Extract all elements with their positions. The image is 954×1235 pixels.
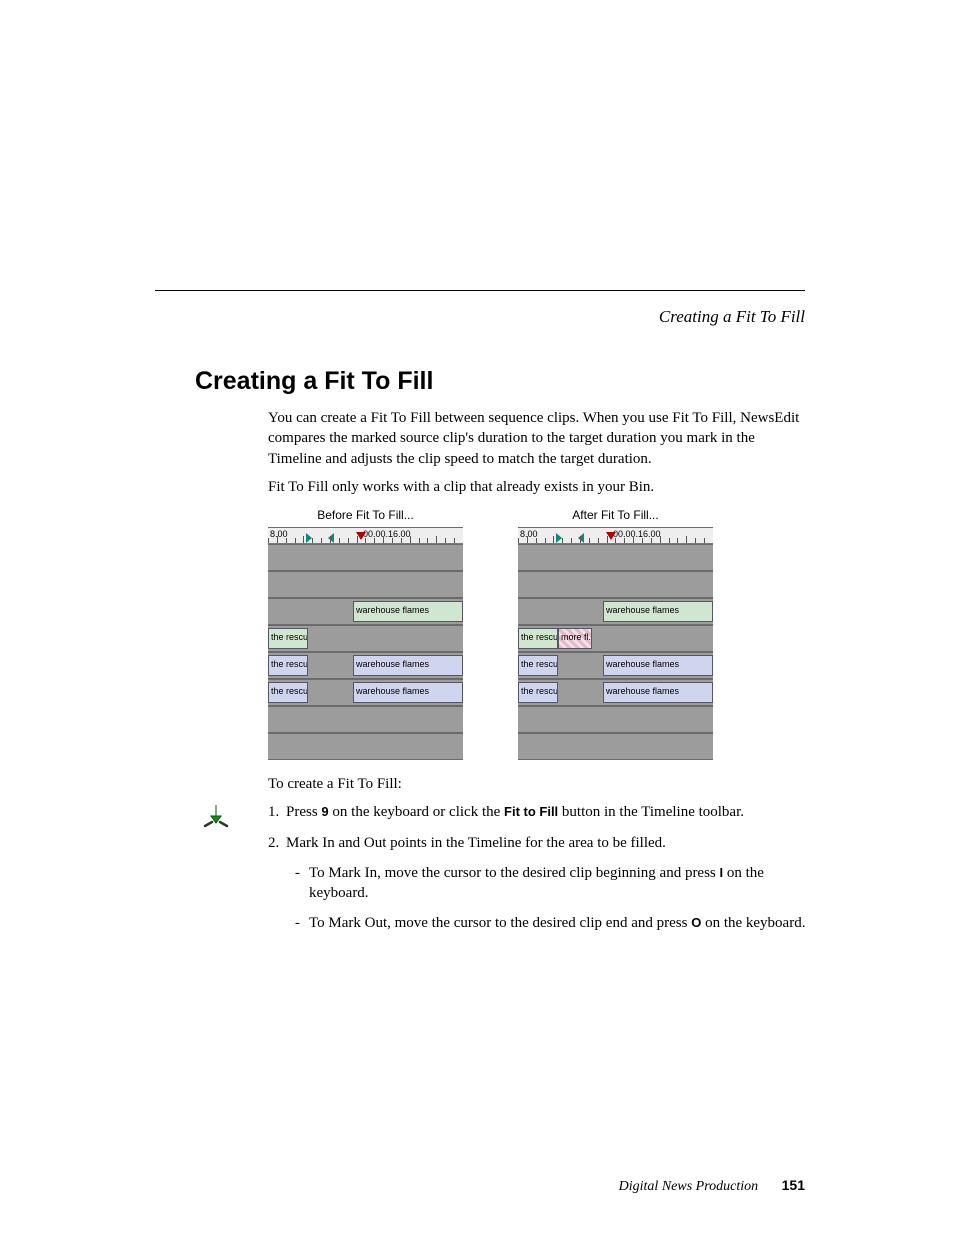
track-row: the rescue warehouse flames bbox=[268, 679, 463, 706]
step-1: 1. Press 9 on the keyboard or click the … bbox=[268, 802, 808, 822]
timeline-after: 8.00 00.00.16.00 warehouse flames bbox=[518, 527, 713, 760]
track-row: the rescue warehouse flames bbox=[518, 679, 713, 706]
running-header: Creating a Fit To Fill bbox=[155, 307, 805, 327]
header-rule bbox=[155, 290, 805, 291]
page-content: Creating a Fit To Fill Creating a Fit To… bbox=[155, 290, 805, 944]
ruler-ticks bbox=[518, 536, 713, 543]
step-number: 2. bbox=[268, 833, 286, 853]
step-number: 1. bbox=[268, 802, 286, 822]
track-row bbox=[268, 706, 463, 733]
timeline-before: 8.00 00.00.16.00 warehouse flames bbox=[268, 527, 463, 760]
track-row bbox=[268, 571, 463, 598]
footer-product: Digital News Production bbox=[619, 1179, 758, 1194]
track-row bbox=[518, 706, 713, 733]
clip-rescue: the rescue bbox=[518, 682, 558, 703]
figure-after-caption: After Fit To Fill... bbox=[518, 507, 713, 523]
figure-row: Before Fit To Fill... 8.00 00.00.16.00 bbox=[268, 507, 808, 760]
intro-paragraph-2: Fit To Fill only works with a clip that … bbox=[268, 477, 808, 497]
key-9: 9 bbox=[321, 804, 328, 819]
step-2b: - To Mark Out, move the cursor to the de… bbox=[295, 913, 808, 933]
step-2: 2. Mark In and Out points in the Timelin… bbox=[268, 833, 808, 853]
clip-warehouse: warehouse flames bbox=[603, 601, 713, 622]
step-1-text: Press 9 on the keyboard or click the Fit… bbox=[286, 802, 744, 822]
track-row: warehouse flames bbox=[268, 598, 463, 625]
intro-paragraph-1: You can create a Fit To Fill between seq… bbox=[268, 408, 808, 469]
figure-before: Before Fit To Fill... 8.00 00.00.16.00 bbox=[268, 507, 463, 760]
steps-intro: To create a Fit To Fill: bbox=[268, 774, 808, 794]
footer-page-number: 151 bbox=[782, 1177, 805, 1193]
track-row bbox=[518, 544, 713, 571]
clip-warehouse: warehouse flames bbox=[353, 682, 463, 703]
track-row: the rescue warehouse flames bbox=[268, 652, 463, 679]
clip-more: more fl... bbox=[558, 628, 592, 649]
dash-bullet: - bbox=[295, 913, 309, 933]
clip-rescue: the rescue bbox=[518, 655, 558, 676]
track-row: the rescue bbox=[268, 625, 463, 652]
clip-warehouse: warehouse flames bbox=[603, 655, 713, 676]
figure-before-caption: Before Fit To Fill... bbox=[268, 507, 463, 523]
clip-warehouse: warehouse flames bbox=[353, 655, 463, 676]
page-footer: Digital News Production 151 bbox=[155, 1177, 805, 1195]
fit-to-fill-icon bbox=[201, 802, 231, 838]
track-row: the rescue more fl... bbox=[518, 625, 713, 652]
section-title: Creating a Fit To Fill bbox=[195, 367, 805, 396]
track-row bbox=[518, 733, 713, 760]
key-o: O bbox=[691, 915, 701, 930]
ruler-ticks bbox=[268, 536, 463, 543]
track-row bbox=[518, 571, 713, 598]
track-row: the rescue warehouse flames bbox=[518, 652, 713, 679]
clip-rescue: the rescue bbox=[268, 655, 308, 676]
figure-after: After Fit To Fill... 8.00 00.00.16.00 bbox=[518, 507, 713, 760]
step-2a: - To Mark In, move the cursor to the des… bbox=[295, 863, 808, 904]
step-list: 1. Press 9 on the keyboard or click the … bbox=[268, 802, 808, 933]
track-row bbox=[268, 544, 463, 571]
step-2b-text: To Mark Out, move the cursor to the desi… bbox=[309, 913, 805, 933]
dash-bullet: - bbox=[295, 863, 309, 904]
track-row bbox=[268, 733, 463, 760]
clip-rescue: the rescue bbox=[518, 628, 558, 649]
clip-warehouse: warehouse flames bbox=[353, 601, 463, 622]
button-name-fit-to-fill: Fit to Fill bbox=[504, 804, 558, 819]
step-2-text: Mark In and Out points in the Timeline f… bbox=[286, 833, 666, 853]
body-block: You can create a Fit To Fill between seq… bbox=[268, 408, 808, 934]
timeline-ruler: 8.00 00.00.16.00 bbox=[268, 528, 463, 544]
clip-rescue: the rescue bbox=[268, 628, 308, 649]
steps-with-icon: 1. Press 9 on the keyboard or click the … bbox=[268, 802, 808, 933]
track-row: warehouse flames bbox=[518, 598, 713, 625]
step-2a-text: To Mark In, move the cursor to the desir… bbox=[309, 863, 808, 904]
timeline-ruler: 8.00 00.00.16.00 bbox=[518, 528, 713, 544]
clip-warehouse: warehouse flames bbox=[603, 682, 713, 703]
clip-rescue: the rescue bbox=[268, 682, 308, 703]
